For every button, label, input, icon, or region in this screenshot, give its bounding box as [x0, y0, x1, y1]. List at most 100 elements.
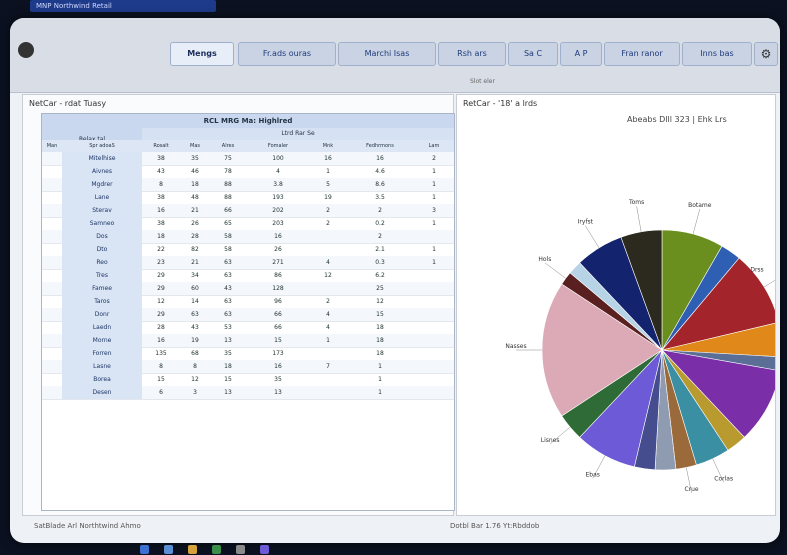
taskbar-app-icon[interactable] — [260, 545, 269, 554]
column-header[interactable]: Rosalt — [142, 140, 181, 152]
table-row[interactable]: Famee 29 60 43 128 25 — [42, 282, 454, 296]
taskbar-app-icon[interactable] — [188, 545, 197, 554]
column-header[interactable]: Lam — [414, 140, 454, 152]
table-cell: 1 — [378, 363, 382, 370]
row-label: Aivnes — [62, 165, 142, 178]
table-cell: 18 — [191, 181, 199, 188]
table-cell: 18 — [376, 337, 384, 344]
table-cell: 38 — [157, 194, 165, 201]
column-header[interactable]: Alres — [210, 140, 247, 152]
tab-1[interactable]: Fr.ads ouras — [238, 42, 336, 66]
table-cell — [42, 152, 62, 165]
table-cell: 4 — [326, 324, 330, 331]
table-row[interactable]: Sterav 16 21 66 202 2 2 3 — [42, 204, 454, 218]
table-cell: 8 — [159, 363, 163, 370]
table-cell: 43 — [191, 324, 199, 331]
table-cell: 78 — [224, 168, 232, 175]
table-panel: NetCar - rdat Tuasy RCL MRG Ma: Highlred… — [22, 94, 455, 516]
settings-button[interactable]: ⚙ — [754, 42, 778, 66]
table-row[interactable]: Mgdrer 8 18 88 3.8 5 8.6 1 — [42, 178, 454, 192]
table-cell: 16 — [157, 207, 165, 214]
tab-6[interactable]: Fran ranor — [604, 42, 680, 66]
table-cell: 18 — [224, 363, 232, 370]
table-cell: 4 — [326, 311, 330, 318]
tab-3[interactable]: Rsh ars — [438, 42, 506, 66]
table-row[interactable]: Desen 6 3 13 13 1 — [42, 386, 454, 400]
tab-0[interactable]: Mengs — [170, 42, 234, 66]
column-header[interactable]: Mas — [180, 140, 211, 152]
table-cell — [414, 360, 454, 373]
table-cell: 16 — [324, 155, 332, 162]
table-cell — [42, 230, 62, 243]
tab-4[interactable]: Sa C — [508, 42, 558, 66]
table-cell: 193 — [272, 194, 284, 201]
table-cell: 19 — [324, 194, 332, 201]
table-cell: 203 — [272, 220, 284, 227]
table-cell: 2 — [326, 220, 330, 227]
slice-label: Botame — [688, 202, 712, 209]
table-cell — [414, 321, 454, 334]
row-label: Taros — [62, 295, 142, 308]
table-cell — [310, 347, 346, 360]
table-row[interactable]: Borea 15 12 15 35 1 — [42, 373, 454, 387]
tab-7[interactable]: Inns bas — [682, 42, 752, 66]
table-cell: 63 — [224, 259, 232, 266]
table-cell: 8.6 — [375, 181, 385, 188]
column-header[interactable]: Spr adoaS — [62, 140, 143, 152]
column-header[interactable]: Mnk — [310, 140, 347, 152]
table-row[interactable]: Aivnes 43 46 78 4 1 4.6 1 — [42, 165, 454, 179]
table-row[interactable]: Forren 135 68 35 173 18 — [42, 347, 454, 361]
column-header[interactable]: Man — [42, 140, 63, 152]
tab-5[interactable]: A P — [560, 42, 602, 66]
column-header[interactable]: Fedhrmons — [346, 140, 415, 152]
taskbar-app-icon[interactable] — [164, 545, 173, 554]
taskbar-app-icon[interactable] — [140, 545, 149, 554]
table-row[interactable]: Reo 23 21 63 271 4 0.3 1 — [42, 256, 454, 270]
table-cell: 2 — [378, 233, 382, 240]
table-cell: 12 — [324, 272, 332, 279]
row-label: Lane — [62, 191, 142, 204]
table-row[interactable]: Taros 12 14 63 96 2 12 — [42, 295, 454, 309]
table-row[interactable]: Tres 29 34 63 86 12 6.2 — [42, 269, 454, 283]
pie-chart[interactable]: Botame Drss Corlas Crue Ebas Lisnes Nasses Hols… — [457, 95, 775, 515]
slice-label: Hols — [538, 256, 551, 263]
table-cell: 12 — [157, 298, 165, 305]
taskbar-app-icon[interactable] — [236, 545, 245, 554]
table-cell: 13 — [224, 389, 232, 396]
table-cell — [42, 308, 62, 321]
slice-label: Corlas — [714, 475, 733, 482]
column-header[interactable]: Fomaler — [246, 140, 311, 152]
table-cell: 53 — [224, 324, 232, 331]
window-title: MNP Northwind Retail — [30, 0, 216, 12]
table-cell: 21 — [191, 259, 199, 266]
table-row[interactable]: Lane 38 48 88 193 19 3.5 1 — [42, 191, 454, 205]
table-row[interactable]: Lasne 8 8 18 16 7 1 — [42, 360, 454, 374]
leader-line — [544, 262, 566, 279]
table-cell — [42, 373, 62, 386]
table-row[interactable]: Dos 18 28 58 16 2 — [42, 230, 454, 244]
table-row[interactable]: Laedn 28 43 53 66 4 18 — [42, 321, 454, 335]
row-label: Dos — [62, 230, 142, 243]
table-cell: 100 — [272, 155, 284, 162]
row-label: Dto — [62, 243, 142, 256]
table-cell: 4 — [326, 259, 330, 266]
table-cell: 29 — [157, 311, 165, 318]
table-row[interactable]: Mitelhise 38 35 75 100 16 16 2 — [42, 152, 454, 166]
table-cell: 66 — [274, 324, 282, 331]
table-cell: 60 — [191, 285, 199, 292]
table-cell — [42, 347, 62, 360]
tab-2[interactable]: Marchi Isas — [338, 42, 436, 66]
table-cell: 34 — [191, 272, 199, 279]
table-cell: 16 — [157, 337, 165, 344]
table-row[interactable]: Donr 29 63 63 66 4 15 — [42, 308, 454, 322]
table-row[interactable]: Dto 22 82 58 26 2.1 1 — [42, 243, 454, 257]
table-row[interactable]: Morne 16 19 13 15 1 18 — [42, 334, 454, 348]
taskbar-app-icon[interactable] — [212, 545, 221, 554]
table-cell: 38 — [157, 220, 165, 227]
table-cell: 1 — [432, 259, 436, 266]
table-cell: 65 — [224, 220, 232, 227]
table-cell: 1 — [378, 389, 382, 396]
table-cell: 29 — [157, 272, 165, 279]
table-row[interactable]: Samneo 38 26 65 203 2 0.2 1 — [42, 217, 454, 231]
table-cell: 21 — [191, 207, 199, 214]
